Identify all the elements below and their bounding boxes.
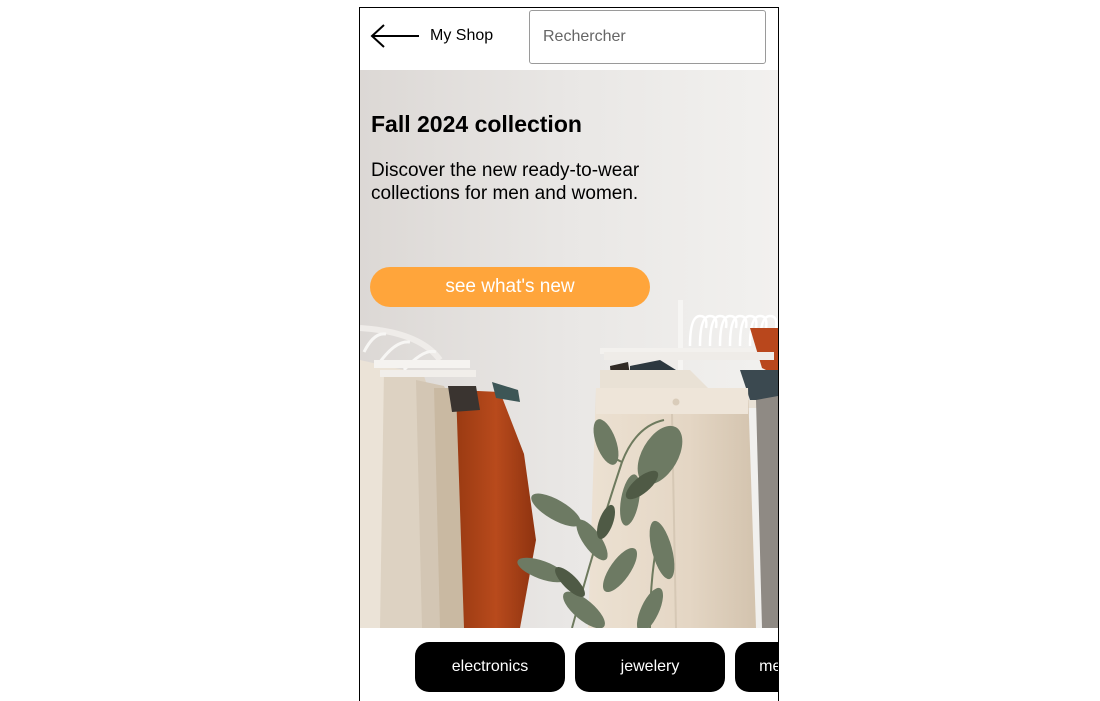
search-input[interactable] <box>529 10 766 64</box>
back-button[interactable] <box>370 22 422 50</box>
hero-description: Discover the new ready-to-wear collectio… <box>371 160 640 204</box>
hero-title: Fall 2024 collection <box>371 111 582 137</box>
category-chip-jewelery[interactable]: jewelery <box>575 642 725 692</box>
hero-banner: Fall 2024 collection Discover the new re… <box>360 70 778 628</box>
app-title: My Shop <box>430 27 494 44</box>
phone-frame: My Shop Rechercher Fall 2024 collection … <box>359 7 779 701</box>
category-chip-mens-clothing[interactable]: men's clothing <box>735 642 778 692</box>
category-chip-electronics[interactable]: electronics <box>415 642 565 692</box>
see-whats-new-button[interactable]: see what's new <box>370 267 650 307</box>
clothing-rack-image <box>360 70 778 628</box>
arrow-left-icon <box>370 24 419 48</box>
category-chips: electronics jewelery men's clothing <box>360 628 778 701</box>
top-bar: My Shop <box>360 8 778 70</box>
